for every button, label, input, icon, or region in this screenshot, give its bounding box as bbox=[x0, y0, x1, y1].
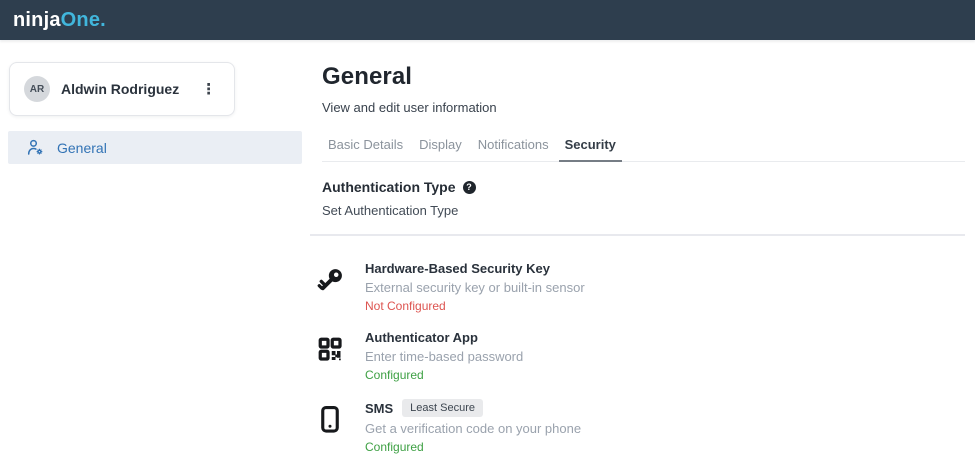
least-secure-badge: Least Secure bbox=[402, 399, 483, 418]
qr-code-icon bbox=[313, 330, 347, 382]
auth-method-authenticator-app[interactable]: Authenticator App Enter time-based passw… bbox=[313, 330, 965, 382]
user-gear-icon bbox=[26, 138, 45, 157]
divider bbox=[310, 234, 965, 236]
section-header: Authentication Type ? bbox=[322, 179, 965, 195]
tab-basic-details[interactable]: Basic Details bbox=[322, 130, 409, 161]
method-status: Configured bbox=[365, 368, 424, 382]
logo-text-one: One bbox=[60, 8, 101, 31]
user-name: Aldwin Rodriguez bbox=[61, 81, 180, 97]
user-card: AR Aldwin Rodriguez ⋮ bbox=[9, 62, 236, 116]
page-title: General bbox=[322, 63, 413, 90]
tab-display[interactable]: Display bbox=[413, 130, 468, 161]
main-content: General View and edit user information B… bbox=[310, 40, 975, 471]
method-title: Authenticator App bbox=[365, 330, 478, 345]
logo-dot: . bbox=[100, 8, 106, 31]
tab-notifications[interactable]: Notifications bbox=[472, 130, 555, 161]
method-title-text: SMS bbox=[365, 400, 394, 416]
sidebar-item-general[interactable]: General bbox=[8, 131, 302, 164]
tab-security[interactable]: Security bbox=[558, 130, 622, 162]
help-icon[interactable]: ? bbox=[462, 180, 476, 194]
tabs: Basic Details Display Notifications Secu… bbox=[322, 130, 965, 162]
kebab-menu-icon[interactable]: ⋮ bbox=[197, 80, 220, 99]
app-header: ninjaOne. bbox=[0, 0, 975, 40]
key-icon bbox=[313, 261, 347, 313]
section-description: Set Authentication Type bbox=[322, 203, 459, 218]
section-heading: Authentication Type bbox=[322, 179, 456, 195]
auth-method-hardware-key[interactable]: Hardware-Based Security Key External sec… bbox=[313, 261, 965, 313]
method-description: External security key or built-in sensor bbox=[365, 280, 585, 295]
page-subtitle: View and edit user information bbox=[322, 100, 497, 115]
smartphone-icon bbox=[313, 399, 347, 454]
page-layout: AR Aldwin Rodriguez ⋮ General General Vi… bbox=[0, 40, 975, 471]
method-body: Hardware-Based Security Key External sec… bbox=[365, 261, 585, 313]
auth-method-sms[interactable]: SMS Least Secure Get a verification code… bbox=[313, 399, 965, 454]
authentication-type-section: Authentication Type ? Set Authentication… bbox=[310, 179, 965, 454]
method-description: Enter time-based password bbox=[365, 349, 524, 364]
method-title: SMS Least Secure bbox=[365, 399, 581, 418]
method-body: Authenticator App Enter time-based passw… bbox=[365, 330, 523, 382]
auth-methods-list: Hardware-Based Security Key External sec… bbox=[313, 261, 965, 454]
logo-text-ninja: ninja bbox=[13, 8, 61, 31]
sidebar-nav: General bbox=[8, 131, 302, 164]
avatar: AR bbox=[24, 76, 50, 102]
sidebar: AR Aldwin Rodriguez ⋮ General bbox=[0, 40, 310, 164]
sidebar-item-label: General bbox=[57, 139, 107, 156]
method-description: Get a verification code on your phone bbox=[365, 421, 582, 437]
method-body: SMS Least Secure Get a verification code… bbox=[365, 399, 581, 454]
ninjaone-logo[interactable]: ninjaOne. bbox=[13, 9, 106, 32]
method-status: Not Configured bbox=[365, 299, 446, 313]
method-title: Hardware-Based Security Key bbox=[365, 261, 550, 276]
method-status: Configured bbox=[365, 440, 424, 455]
